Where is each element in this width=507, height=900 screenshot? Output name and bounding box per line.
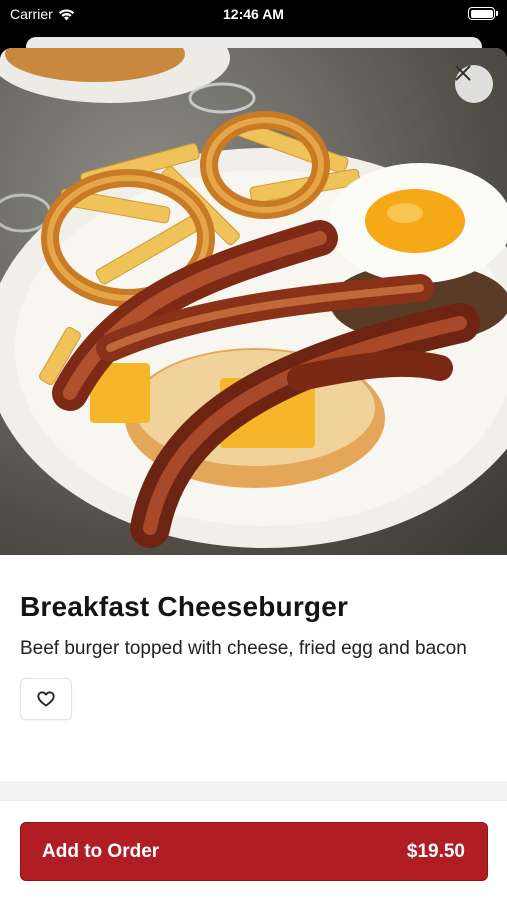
item-description: Beef burger topped with cheese, fried eg… <box>20 638 467 659</box>
status-bar: Carrier 12:46 AM <box>0 0 507 28</box>
item-details: Breakfast Cheeseburger Beef burger toppe… <box>0 555 507 720</box>
status-time: 12:46 AM <box>223 6 284 22</box>
close-icon <box>455 65 471 81</box>
add-to-order-button[interactable]: Add to Order $19.50 <box>20 822 488 881</box>
item-price: $19.50 <box>406 840 465 862</box>
food-photo <box>0 48 507 555</box>
item-title: Breakfast Cheeseburger <box>20 591 349 622</box>
food-photo-illustration <box>0 48 507 548</box>
favorite-button[interactable] <box>20 678 72 720</box>
add-to-order-label: Add to Order <box>42 840 160 862</box>
close-button[interactable] <box>455 65 493 103</box>
battery-icon <box>468 7 498 20</box>
item-detail-sheet: Breakfast Cheeseburger Beef burger toppe… <box>0 48 507 900</box>
heart-outline-icon <box>37 691 55 707</box>
section-divider <box>0 782 507 801</box>
